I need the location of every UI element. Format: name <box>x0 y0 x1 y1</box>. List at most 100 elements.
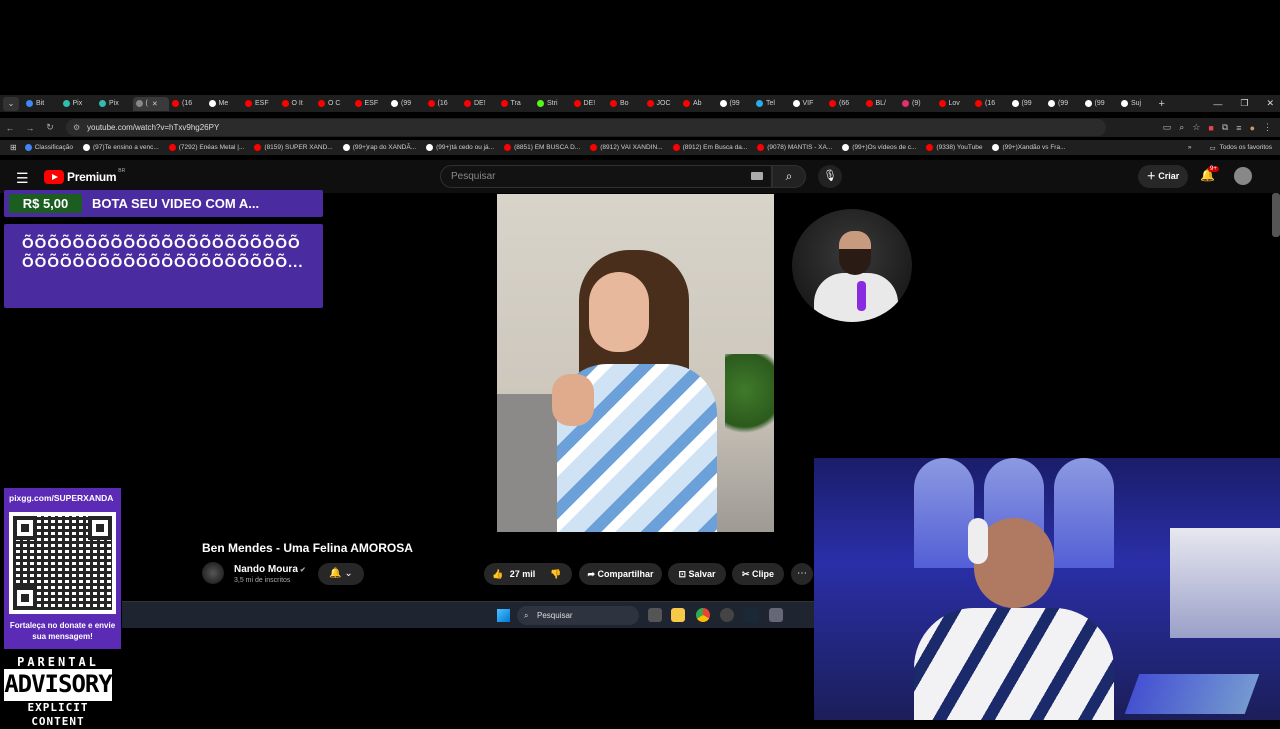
bookmark-item[interactable]: (99+)rap do XANDÃ... <box>342 144 416 151</box>
bookmark-item[interactable]: (8159) SUPER XAND... <box>254 144 333 151</box>
browser-tab[interactable]: (66 <box>826 97 863 111</box>
back-icon[interactable]: ← <box>0 123 20 133</box>
menu-icon[interactable]: ☰ <box>16 170 29 187</box>
obs-icon[interactable] <box>720 608 734 622</box>
minimize-icon[interactable]: — <box>1213 99 1222 109</box>
url-field[interactable]: ⚙ youtube.com/watch?v=hTxv9hg26PY <box>66 119 1106 136</box>
chrome-menu-icon[interactable]: ⋮ <box>1263 122 1272 133</box>
browser-tab[interactable]: ESF <box>352 97 389 111</box>
bookmark-item[interactable]: Classificação <box>24 144 73 151</box>
maximize-icon[interactable]: ❐ <box>1240 98 1248 109</box>
browser-tab[interactable]: Lov <box>936 97 973 111</box>
browser-tab[interactable]: Bo <box>607 97 644 111</box>
search-button[interactable]: ⌕ <box>772 165 806 188</box>
close-window-icon[interactable]: ✕ <box>1266 98 1274 109</box>
save-button[interactable]: ⊡ Salvar <box>668 563 726 585</box>
task-view-icon[interactable] <box>648 608 662 622</box>
share-button[interactable]: ➦ Compartilhar <box>579 563 662 585</box>
bookmark-item[interactable]: (7292) Enéas Metal |... <box>168 144 244 151</box>
browser-tab[interactable]: Tra <box>498 97 535 111</box>
thumbs-down-icon[interactable]: 👎 <box>550 563 561 585</box>
video-player[interactable] <box>497 194 774 532</box>
close-tab-icon[interactable]: ✕ <box>152 100 158 108</box>
browser-tab[interactable]: VIF <box>790 97 827 111</box>
user-avatar[interactable] <box>1234 167 1252 185</box>
browser-tab[interactable]: (9) <box>899 97 936 111</box>
tab-label: Me <box>218 100 229 107</box>
bookmark-item[interactable]: (9338) YouTube <box>926 144 982 151</box>
browser-tab[interactable]: ESF <box>242 97 279 111</box>
browser-tab[interactable]: BL/ <box>863 97 900 111</box>
browser-tab[interactable]: Ab <box>680 97 717 111</box>
profile-avatar-icon[interactable]: ● <box>1250 123 1255 133</box>
bookmark-star-icon[interactable]: ☆ <box>1192 122 1200 133</box>
browser-tab[interactable]: JOC <box>644 97 681 111</box>
browser-tab[interactable]: DE! <box>461 97 498 111</box>
browser-tab[interactable]: (16 <box>425 97 462 111</box>
browser-tab[interactable]: (99 <box>1045 97 1082 111</box>
like-button[interactable]: 👍 27 mil 👎 <box>484 563 572 585</box>
browser-tab[interactable]: Suj <box>1118 97 1155 111</box>
forward-icon[interactable]: → <box>20 123 40 133</box>
bookmark-label: (99+)Xandão vs Fra... <box>1002 144 1066 151</box>
bookmarks-overflow-icon[interactable]: » <box>1188 144 1192 151</box>
browser-tab[interactable]: DE! <box>571 97 608 111</box>
bookmark-item[interactable]: (9078) MANTIS - XA... <box>757 144 832 151</box>
browser-tab[interactable]: (99 <box>1009 97 1046 111</box>
tab-label: ESF <box>255 100 269 107</box>
youtube-logo[interactable]: Premium BR <box>44 168 125 184</box>
browser-tab[interactable]: Pix <box>96 97 133 111</box>
bookmark-item[interactable]: (99+)Os vídeos de c... <box>842 144 916 151</box>
steam-icon[interactable] <box>744 608 758 622</box>
browser-tab[interactable]: Pix <box>60 97 97 111</box>
bookmark-item[interactable]: (8851) EM BUSCA D... <box>504 144 580 151</box>
channel-name[interactable]: Nando Moura ✔ <box>234 564 306 575</box>
extension-red-icon[interactable]: ■ <box>1208 123 1213 133</box>
browser-tab[interactable]: (99 <box>1082 97 1119 111</box>
video-plant-shape <box>725 354 774 444</box>
windows-start-icon[interactable] <box>497 609 510 622</box>
browser-tab[interactable]: Me <box>206 97 243 111</box>
settings-icon[interactable] <box>769 608 783 622</box>
browser-tab[interactable]: O C <box>315 97 352 111</box>
bookmark-item[interactable]: (99+)tá cedo ou já... <box>426 144 494 151</box>
bookmark-item[interactable]: (99+)Xandão vs Fra... <box>992 144 1066 151</box>
browser-tab[interactable]: (99 <box>717 97 754 111</box>
tab-search-chevron-icon[interactable]: ⌄ <box>3 96 19 111</box>
subscription-bell-button[interactable]: 🔔 ⌄ <box>318 563 364 585</box>
browser-tab[interactable]: (16 <box>169 97 206 111</box>
file-explorer-icon[interactable] <box>671 608 685 622</box>
channel-avatar[interactable] <box>202 562 224 584</box>
new-tab-button[interactable]: + <box>1159 98 1165 110</box>
browser-tab[interactable]: (16 <box>972 97 1009 111</box>
bookmark-item[interactable]: (97)Te ensino a venc... <box>83 144 159 151</box>
apps-grid-icon[interactable]: ⊞ <box>10 143 17 152</box>
browser-tab[interactable]: (✕ <box>132 96 169 111</box>
tab-groups-icon[interactable]: ≡ <box>1236 123 1241 133</box>
search-input[interactable]: Pesquisar <box>440 165 772 188</box>
qr-pattern <box>13 516 112 610</box>
browser-tab[interactable]: (99 <box>388 97 425 111</box>
browser-tab[interactable]: O It <box>279 97 316 111</box>
keyboard-icon[interactable] <box>751 172 763 180</box>
page-scrollbar[interactable] <box>1272 193 1280 237</box>
reload-icon[interactable]: ↻ <box>40 122 60 133</box>
tab-favicon-icon <box>62 100 70 107</box>
all-bookmarks[interactable]: » ▭ Todos os favoritos <box>1188 140 1272 155</box>
bookmark-item[interactable]: (8912) Em Busca da... <box>672 144 747 151</box>
bookmark-item[interactable]: (8912) VAI XANDIN... <box>590 144 663 151</box>
taskbar-search[interactable]: ⌕ Pesquisar <box>517 606 639 625</box>
more-actions-button[interactable]: ⋯ <box>791 563 813 585</box>
browser-tab[interactable]: Tel <box>753 97 790 111</box>
chrome-icon[interactable] <box>696 608 710 622</box>
browser-tab[interactable]: Stri <box>534 97 571 111</box>
tabs-container: Bit Pix Pix(✕ (16 Me ESF O It O C ESF (99 (16 DE! Tr… <box>23 96 1155 111</box>
site-info-icon[interactable]: ⚙ <box>73 119 80 136</box>
browser-tab[interactable]: Bit <box>23 97 60 111</box>
voice-search-button[interactable]: 🎙 <box>818 165 842 188</box>
zoom-icon[interactable]: ⌕ <box>1179 122 1184 133</box>
extensions-icon[interactable]: ⧉ <box>1222 122 1228 133</box>
cast-icon[interactable]: ▭ <box>1163 122 1172 133</box>
clip-button[interactable]: ✂ Clipe <box>732 563 784 585</box>
create-button[interactable]: ＋ Criar <box>1138 165 1188 188</box>
